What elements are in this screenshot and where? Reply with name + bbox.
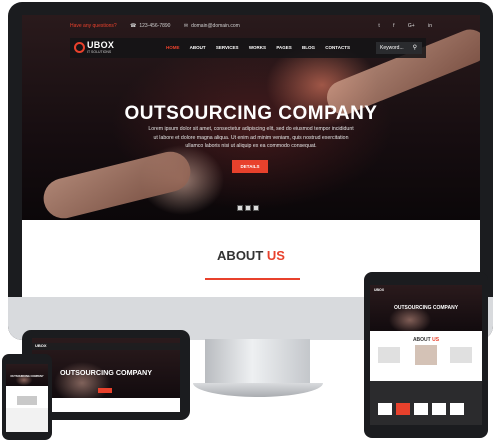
phone-icon: ☎ (130, 23, 137, 29)
facebook-icon[interactable]: f (393, 23, 394, 29)
about-title: ABOUT US (22, 248, 480, 263)
hero-title: OUTSOURCING COMPANY (124, 103, 378, 124)
phone-hero-title: OUTSOURCING COMPANY (10, 375, 44, 378)
nav-menu: HOME ABOUT SERVICES WORKS PAGES BLOG CON… (166, 45, 359, 50)
nav-item-services[interactable]: SERVICES (216, 45, 239, 50)
tablet-portrait-brand: UBOX (374, 288, 385, 292)
tablet-portrait-screen: UBOX OUTSOURCING COMPANY ABOUT US (370, 285, 482, 425)
topbar-contact: Have any questions? ☎ 123-456-7890 ✉ domai… (70, 23, 252, 29)
hero-text: Lorem ipsum dolor sit amet, consectetur … (148, 126, 354, 150)
search-box[interactable]: Keyword... ⚲ (376, 42, 422, 54)
tablet-portrait-card (450, 347, 472, 363)
monitor-stand (205, 339, 310, 389)
phone-content-strip (6, 408, 48, 432)
tablet-portrait-photo (415, 345, 437, 365)
nav-item-home[interactable]: HOME (166, 45, 180, 50)
about-divider (205, 278, 300, 280)
topbar-question: Have any questions? (70, 23, 117, 29)
phone-screen: OUTSOURCING COMPANY (6, 364, 48, 432)
about-title-accent: US (266, 248, 285, 263)
tablet-portrait-tile (432, 403, 446, 415)
topbar-phone[interactable]: 123-456-7890 (139, 23, 170, 29)
social-links: t f G+ in (366, 23, 432, 29)
nav-item-about[interactable]: ABOUT (190, 45, 206, 50)
slider-dot[interactable] (245, 205, 251, 211)
tablet-portrait-dark-section (370, 381, 482, 425)
tablet-portrait-tile (378, 403, 392, 415)
tablet-portrait-tile (450, 403, 464, 415)
search-icon[interactable]: ⚲ (413, 44, 417, 51)
tablet-brand: UBOX (35, 343, 47, 348)
slider-dot[interactable] (237, 205, 243, 211)
search-input[interactable]: Keyword... (380, 45, 404, 51)
desktop-screen: Have any questions? ☎ 123-456-7890 ✉ domai… (22, 15, 480, 297)
monitor-stand-base (193, 383, 323, 397)
brand-tagline: IT SOLUTIONS (87, 50, 112, 54)
slider-dot[interactable] (253, 205, 259, 211)
topbar-email[interactable]: domain@domain.com (191, 23, 240, 29)
twitter-icon[interactable]: t (378, 23, 379, 29)
tablet-portrait-card (378, 347, 400, 363)
nav-item-blog[interactable]: BLOG (302, 45, 315, 50)
logo-ring-icon (74, 42, 85, 53)
tablet-details-button (98, 388, 112, 393)
tablet-portrait-about-main: ABOUT (412, 337, 431, 343)
slider-dots (237, 198, 261, 216)
details-button[interactable]: DETAILS (232, 160, 268, 173)
tablet-portrait-about: ABOUT US (370, 337, 482, 343)
tablet-portrait-tile (396, 403, 410, 415)
tablet-hero-title: OUTSOURCING COMPANY (59, 368, 153, 377)
google-plus-icon[interactable]: G+ (408, 23, 415, 29)
linkedin-icon[interactable]: in (428, 23, 432, 29)
tablet-portrait-title: OUTSOURCING COMPANY (393, 305, 459, 311)
main-navbar: UBOX IT SOLUTIONS HOME ABOUT SERVICES WO… (70, 38, 426, 58)
mail-icon: ✉ (183, 23, 189, 29)
tablet-portrait-tile (414, 403, 428, 415)
about-title-main: ABOUT (217, 248, 264, 263)
nav-item-pages[interactable]: PAGES (276, 45, 291, 50)
tablet-about-strip (32, 398, 180, 412)
phone-image (17, 396, 37, 405)
nav-item-works[interactable]: WORKS (249, 45, 266, 50)
tablet-landscape-screen: UBOX OUTSOURCING COMPANY (32, 338, 180, 412)
hero-hand-left (39, 147, 195, 223)
tablet-portrait-about-accent: US (432, 337, 440, 343)
brand-name: UBOX (87, 40, 115, 50)
nav-item-contacts[interactable]: CONTACTS (325, 45, 350, 50)
tablet-navbar (32, 343, 180, 350)
